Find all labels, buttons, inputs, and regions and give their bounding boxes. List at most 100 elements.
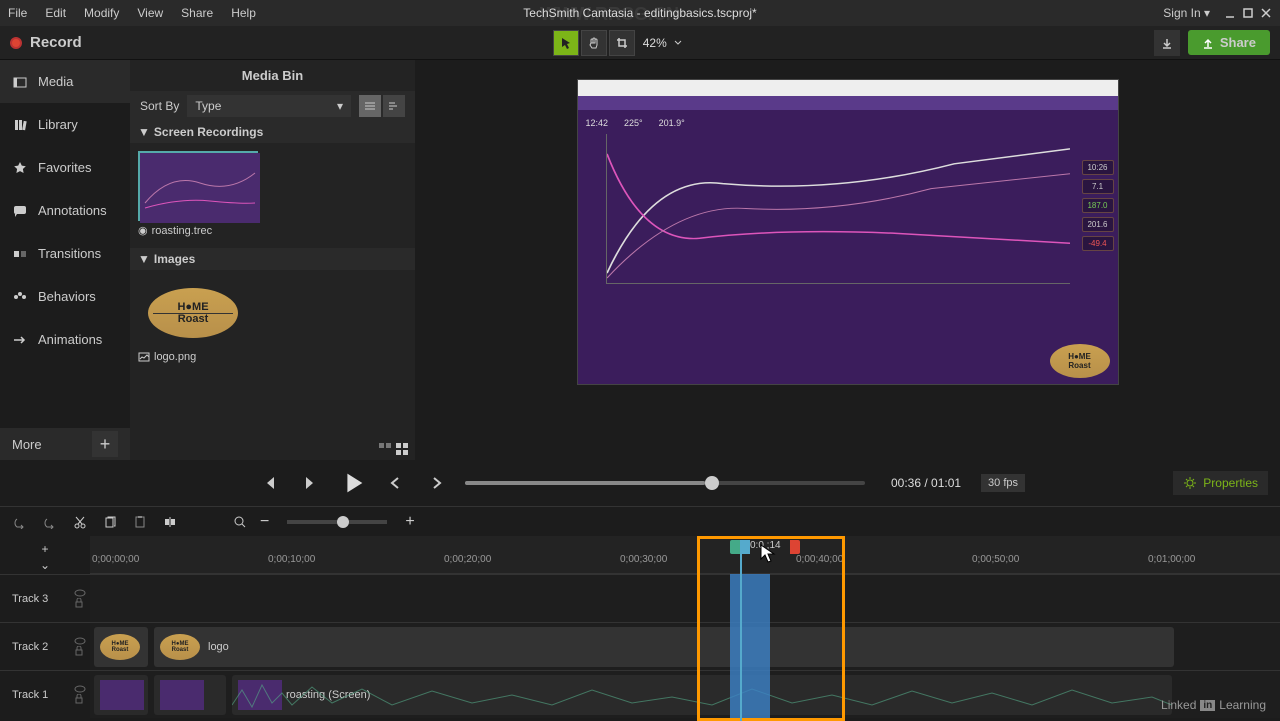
detail-view-icon[interactable]: [378, 442, 392, 456]
selection-range[interactable]: [730, 574, 770, 720]
add-button[interactable]: +: [92, 431, 118, 457]
menu-edit[interactable]: Edit: [45, 6, 66, 20]
section-screen-recordings[interactable]: ▼ Screen Recordings: [130, 121, 415, 143]
collapse-track-button[interactable]: ⌄: [36, 558, 54, 572]
add-track-button[interactable]: +: [36, 542, 54, 556]
badge-bt: 201.6: [1082, 217, 1114, 232]
copy-button[interactable]: [100, 512, 120, 532]
media-item-logo[interactable]: H●MERoast logo.png: [138, 278, 258, 366]
grid-view-icon[interactable]: [395, 442, 409, 456]
fps-display[interactable]: 30 fps: [981, 474, 1025, 492]
eye-icon[interactable]: [74, 685, 86, 693]
menubar: File Edit Modify View Share Help TechSmi…: [0, 0, 1280, 26]
sidebar-item-behaviors[interactable]: Behaviors: [0, 275, 130, 318]
record-button[interactable]: Record: [10, 34, 82, 51]
time-display: 00:36 / 01:01: [891, 476, 961, 490]
sidebar-item-transitions[interactable]: Transitions: [0, 232, 130, 275]
upload-icon: [1202, 37, 1214, 49]
menu-share[interactable]: Share: [181, 6, 213, 20]
play-button[interactable]: [339, 469, 367, 497]
sidebar-item-media[interactable]: Media: [0, 60, 130, 103]
record-indicator-icon: ◉: [138, 224, 148, 237]
share-button[interactable]: Share: [1188, 30, 1270, 55]
timeline-ruler[interactable]: 0;00;00;00 0;00;10;00 0;00;20;00 0;00;30…: [90, 536, 1280, 574]
badge-ror: -49.4: [1082, 236, 1114, 251]
canvas-area[interactable]: 12:42 225° 201.9° 10:26 7.1 187.0 201.6 …: [415, 60, 1280, 460]
chevron-down-icon[interactable]: [673, 38, 683, 48]
app-title: TechSmith Camtasia - editingbasics.tscpr…: [523, 6, 756, 20]
cut-button[interactable]: [70, 512, 90, 532]
redo-button[interactable]: [40, 512, 60, 532]
lock-icon[interactable]: [74, 694, 84, 704]
scrubber-handle[interactable]: [705, 476, 719, 490]
menu-file[interactable]: File: [8, 6, 27, 20]
track-2[interactable]: H●MERoast H●MERoastlogo: [90, 622, 1280, 670]
properties-button[interactable]: Properties: [1173, 471, 1268, 495]
step-back-button[interactable]: [381, 469, 409, 497]
view-list-button[interactable]: [383, 95, 405, 117]
clip-screen-2[interactable]: [154, 675, 226, 715]
badge-time: 10:26: [1082, 160, 1114, 175]
maximize-icon[interactable]: [1242, 7, 1254, 19]
eye-icon[interactable]: [74, 637, 86, 645]
sort-dropdown[interactable]: Type▾: [187, 95, 351, 117]
clip-screen-1[interactable]: [94, 675, 148, 715]
sign-in-link[interactable]: Sign In ▾: [1163, 6, 1210, 20]
mediabin-title: Media Bin: [130, 60, 415, 91]
cursor-tool[interactable]: [553, 30, 579, 56]
badge-et: 187.0: [1082, 198, 1114, 213]
clip-logo-1[interactable]: H●MERoast: [94, 627, 148, 667]
track-1-header[interactable]: Track 1: [0, 670, 90, 718]
sidebar-item-library[interactable]: Library: [0, 103, 130, 146]
media-bin-panel: Media Bin Sort By Type▾ ▼ Screen Recordi…: [130, 60, 415, 460]
clip-logo-2[interactable]: H●MERoastlogo: [154, 627, 1174, 667]
mouse-cursor: [760, 544, 776, 569]
minimize-icon[interactable]: [1224, 7, 1236, 19]
crop-tool[interactable]: [609, 30, 635, 56]
next-frame-button[interactable]: [297, 469, 325, 497]
sidebar-item-animations[interactable]: Animations: [0, 318, 130, 361]
eye-icon[interactable]: [74, 589, 86, 597]
sidebar-item-favorites[interactable]: Favorites: [0, 146, 130, 189]
download-button[interactable]: [1154, 30, 1180, 56]
split-button[interactable]: [160, 512, 180, 532]
clip-screen-3[interactable]: roasting (Screen): [232, 675, 1172, 715]
roast-temp: 201.9°: [659, 118, 685, 128]
section-images[interactable]: ▼ Images: [130, 248, 415, 270]
undo-button[interactable]: [10, 512, 30, 532]
timeline-toolbar: − +: [0, 506, 1280, 536]
image-icon: [138, 352, 150, 362]
main-toolbar: Record 42% Share: [0, 26, 1280, 60]
menu-view[interactable]: View: [137, 6, 163, 20]
menu-help[interactable]: Help: [231, 6, 256, 20]
tool-sidebar: Media Library Favorites Annotations Tran…: [0, 60, 130, 460]
zoom-out-button[interactable]: −: [260, 513, 269, 531]
zoom-level[interactable]: 42%: [643, 36, 667, 50]
lock-icon[interactable]: [74, 598, 84, 608]
media-icon: [12, 74, 28, 90]
timeline-zoom-slider[interactable]: [287, 520, 387, 524]
hand-tool[interactable]: [581, 30, 607, 56]
timeline: + ⌄ Track 3 Track 2 Track 1 0;00;00;00 0…: [0, 536, 1280, 721]
linkedin-badge: LinkedinLearning: [1161, 698, 1266, 712]
overlay-logo: H●MERoast: [1050, 344, 1110, 378]
media-item-roasting[interactable]: ◉roasting.trec: [138, 151, 258, 240]
step-fwd-button[interactable]: [423, 469, 451, 497]
paste-button[interactable]: [130, 512, 150, 532]
track-2-header[interactable]: Track 2: [0, 622, 90, 670]
roast-time: 12:42: [586, 118, 609, 128]
sidebar-item-annotations[interactable]: Annotations: [0, 189, 130, 232]
prev-frame-button[interactable]: [255, 469, 283, 497]
track-3-header[interactable]: Track 3: [0, 574, 90, 622]
track-1[interactable]: roasting (Screen): [90, 670, 1280, 718]
playback-controls: 00:36 / 01:01 30 fps Properties: [0, 460, 1280, 506]
sidebar-more[interactable]: More+: [0, 428, 130, 460]
close-icon[interactable]: [1260, 7, 1272, 19]
menu-modify[interactable]: Modify: [84, 6, 119, 20]
track-3[interactable]: [90, 574, 1280, 622]
lock-icon[interactable]: [74, 646, 84, 656]
playback-scrubber[interactable]: [465, 481, 865, 485]
view-thumb-button[interactable]: [359, 95, 381, 117]
zoom-in-button[interactable]: +: [405, 513, 414, 531]
zoom-icon: [230, 512, 250, 532]
